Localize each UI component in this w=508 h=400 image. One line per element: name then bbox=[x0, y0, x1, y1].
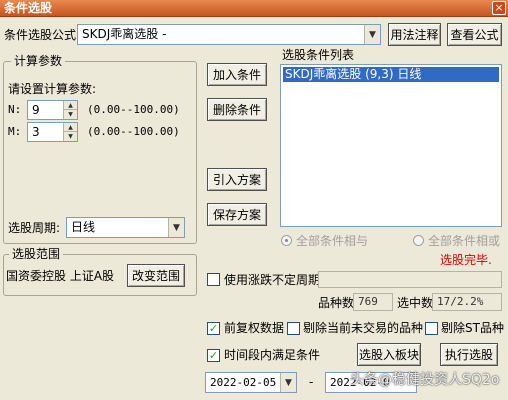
exclude-untraded-label: 剔除当前未交易的品种 bbox=[303, 321, 424, 335]
pre-adjust-label: 前复权数据 bbox=[224, 321, 285, 335]
save-plan-button[interactable]: 保存方案 bbox=[207, 203, 267, 226]
view-formula-button[interactable]: 查看公式 bbox=[447, 23, 502, 46]
params-prompt: 请设置计算参数: bbox=[8, 82, 97, 96]
param-m-input[interactable]: 3 ▲ ▼ bbox=[27, 122, 78, 142]
logic-or-label: 全部条件相或 bbox=[428, 234, 501, 248]
param-n-value: 9 bbox=[32, 103, 40, 117]
param-n-range: (0.00--100.00) bbox=[87, 103, 180, 116]
param-m-stepper[interactable]: ▲ ▼ bbox=[63, 123, 77, 141]
count-value: 769 bbox=[353, 293, 393, 311]
exclude-st-label: 剔除ST品种 bbox=[441, 321, 504, 335]
window-title-bar: 条件选股 bbox=[0, 0, 508, 17]
date-separator: - bbox=[309, 375, 314, 389]
param-n-label: N: bbox=[8, 103, 22, 116]
hits-value: 17/2.2% bbox=[432, 293, 502, 311]
start-date-value: 2022-02-05 bbox=[210, 376, 277, 389]
period-value: 日线 bbox=[71, 220, 96, 234]
logic-and-label: 全部条件相与 bbox=[296, 234, 369, 248]
scope-group-title: 选股范围 bbox=[9, 247, 64, 261]
period-label: 选股周期: bbox=[8, 221, 61, 235]
hits-label: 选中数 bbox=[397, 296, 434, 310]
param-m-label: M: bbox=[8, 125, 22, 138]
exclude-st-checkbox[interactable] bbox=[425, 322, 438, 335]
period-select[interactable]: 日线 ▼ bbox=[66, 217, 185, 238]
exclude-untraded-checkbox[interactable] bbox=[287, 322, 300, 335]
count-label: 品种数 bbox=[318, 296, 355, 310]
conditions-list-title: 选股条件列表 bbox=[282, 48, 355, 62]
pre-adjust-checkbox[interactable]: ✓ bbox=[207, 322, 220, 335]
formula-value: SKDJ乖离选股 - bbox=[82, 27, 167, 41]
logic-or-radio[interactable] bbox=[413, 235, 424, 246]
formula-select[interactable]: SKDJ乖离选股 - ▼ bbox=[77, 24, 381, 45]
list-item[interactable]: SKDJ乖离选股 (9,3) 日线 bbox=[283, 67, 499, 82]
change-scope-button[interactable]: 改变范围 bbox=[127, 264, 185, 287]
param-m-value: 3 bbox=[32, 125, 40, 139]
chevron-down-icon[interactable]: ▼ bbox=[168, 218, 184, 237]
chevron-down-icon[interactable]: ▼ bbox=[364, 25, 380, 44]
variable-period-field bbox=[318, 271, 502, 288]
param-m-range: (0.00--100.00) bbox=[87, 125, 180, 138]
chevron-down-icon[interactable]: ▼ bbox=[280, 373, 296, 392]
variable-period-label: 使用涨跌不定周期 bbox=[224, 273, 321, 287]
param-n-input[interactable]: 9 ▲ ▼ bbox=[27, 100, 78, 120]
import-plan-button[interactable]: 引入方案 bbox=[207, 168, 267, 191]
watermark-text: 头条@稳健投资人SQ2o bbox=[350, 372, 500, 388]
status-text: 选股完毕. bbox=[440, 253, 492, 267]
run-selection-button[interactable]: 执行选股 bbox=[440, 343, 498, 366]
time-range-label: 时间段内满足条件 bbox=[224, 348, 321, 362]
conditions-list[interactable]: SKDJ乖离选股 (9,3) 日线 bbox=[280, 64, 502, 227]
add-to-board-button[interactable]: 选股入板块 bbox=[357, 343, 421, 366]
params-group-title: 计算参数 bbox=[11, 54, 66, 68]
variable-period-checkbox[interactable] bbox=[207, 273, 220, 286]
logic-and-radio[interactable] bbox=[281, 235, 292, 246]
time-range-checkbox[interactable]: ✓ bbox=[207, 349, 220, 362]
delete-condition-button[interactable]: 删除条件 bbox=[207, 98, 267, 121]
window-title: 条件选股 bbox=[4, 1, 53, 15]
formula-label: 条件选股公式 bbox=[4, 28, 77, 42]
scope-value: 国资委控股 上证A股 bbox=[6, 269, 115, 283]
start-date-picker[interactable]: 2022-02-05 ▼ bbox=[205, 372, 297, 393]
param-n-stepper[interactable]: ▲ ▼ bbox=[63, 101, 77, 119]
usage-notes-button[interactable]: 用法注释 bbox=[388, 23, 441, 46]
add-condition-button[interactable]: 加入条件 bbox=[207, 63, 267, 86]
close-icon[interactable]: × bbox=[492, 1, 506, 15]
